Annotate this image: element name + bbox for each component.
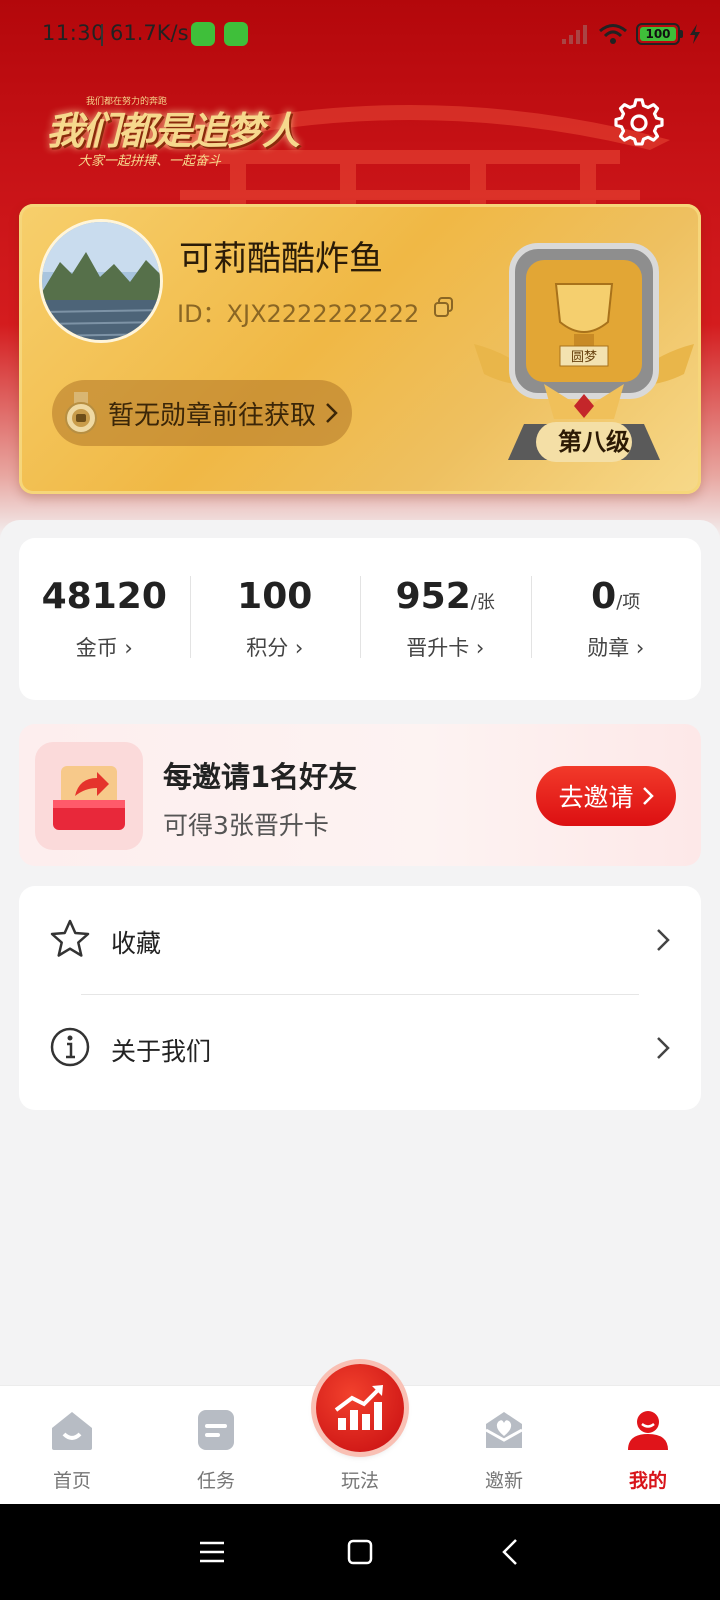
stat-points[interactable]: 100 积分 › [189,576,361,662]
battery-icon: 100 [636,23,683,45]
cell-signal-icon [562,25,587,44]
chevron-right-icon: › [294,636,304,660]
system-nav-bar [0,1504,720,1600]
tab-invite[interactable]: 邀新 [444,1386,564,1506]
menu-item-about[interactable]: 关于我们 [19,994,701,1102]
invite-icon [485,1412,523,1448]
chevron-right-icon: › [635,636,645,660]
stat-unit: /项 [616,592,641,613]
tab-tasks[interactable]: 任务 [156,1386,276,1506]
stat-value: 48120 [41,576,167,617]
level-label: 第八级 [558,428,630,456]
chevron-right-icon [642,787,654,805]
copy-icon[interactable] [433,296,455,318]
invite-title: 每邀请1名好友 [163,760,358,794]
menu-item-label: 收藏 [111,929,162,958]
home-icon [52,1412,92,1450]
username: 可莉酷酷炸鱼 [179,239,383,279]
tab-label: 玩法 [340,1470,379,1492]
stat-medals[interactable]: 0/项 勋章 › [530,576,702,662]
share-box-graphic [53,766,125,830]
gameplay-center-button[interactable] [316,1364,404,1452]
stat-coins[interactable]: 48120 金币 › [19,576,190,662]
avatar-landscape-image [42,222,160,340]
invite-subtitle: 可得3张晋升卡 [163,811,329,840]
tab-mine[interactable]: 我的 [588,1386,708,1506]
battery-level: 100 [640,27,676,41]
stat-label: 金币 [75,636,118,660]
medal-icon [65,392,97,434]
stat-label: 勋章 [587,636,630,660]
chart-up-icon [334,1385,383,1430]
tab-home[interactable]: 首页 [12,1386,132,1506]
status-net-speed: 61.7K/s [110,21,189,45]
wifi-icon [599,24,627,44]
chevron-right-icon: › [475,636,485,660]
notification-app-icon [224,22,248,46]
menu-item-favorites[interactable]: 收藏 [19,886,701,994]
profile-card: 可莉酷酷炸鱼 ID：XJX2222222222 暂无勋章前往获取 圆梦 第八级 [19,204,701,494]
menu-icon[interactable] [194,1534,230,1570]
go-invite-button[interactable]: 去邀请 [536,766,676,826]
tab-label: 任务 [196,1470,235,1492]
trophy-plaque-text: 圆梦 [571,350,597,365]
slogan-logo: 我们都在努力的奔跑 我们都是追梦人 大家一起拼搏、一起奋斗 [46,86,300,176]
medal-link-button[interactable]: 暂无勋章前往获取 [52,380,352,446]
star-icon [50,919,90,957]
status-separator [101,24,103,46]
back-icon[interactable] [494,1534,530,1570]
medal-pill-label: 暂无勋章前往获取 [108,400,317,431]
stat-label: 积分 [246,636,289,660]
stat-value: 100 [237,576,313,617]
status-right-group: 100 [560,20,702,48]
invite-banner[interactable]: 每邀请1名好友 可得3张晋升卡 去邀请 [19,724,701,866]
chevron-right-icon: › [124,636,133,660]
tab-label: 首页 [52,1470,91,1492]
charging-icon [690,24,700,44]
chevron-right-icon [326,403,338,423]
gear-icon[interactable] [614,98,664,148]
notification-app-icon [191,22,215,46]
stat-unit: /张 [470,592,495,613]
stat-label: 晋升卡 [406,636,470,660]
status-time: 11:30 [42,21,106,45]
stat-value: 0 [591,576,617,617]
home-square-icon[interactable] [342,1534,378,1570]
user-id: ID：XJX2222222222 [177,300,420,328]
menu-list: 收藏 关于我们 [19,886,701,1110]
tab-label: 邀新 [484,1470,523,1492]
user-icon [628,1411,668,1450]
status-bar: 11:30 61.7K/s 100 [0,0,720,70]
chevron-right-icon [657,929,670,951]
tab-label: 我的 [628,1470,667,1492]
gift-box-icon [35,742,143,850]
stat-promotion-cards[interactable]: 952/张 晋升卡 › [360,576,531,662]
chevron-right-icon [657,1037,670,1059]
task-icon [198,1410,234,1450]
stat-value: 952 [395,576,471,617]
info-icon [50,1027,90,1067]
go-invite-label: 去邀请 [558,783,634,812]
slogan-main-text: 我们都是追梦人 [46,108,300,153]
menu-item-label: 关于我们 [111,1037,212,1066]
stats-card: 48120 金币 › 100 积分 › 952/张 晋升卡 › 0/项 勋章 › [19,538,701,700]
avatar[interactable] [39,219,163,343]
slogan-sub-text: 大家一起拼搏、一起奋斗 [78,154,222,169]
